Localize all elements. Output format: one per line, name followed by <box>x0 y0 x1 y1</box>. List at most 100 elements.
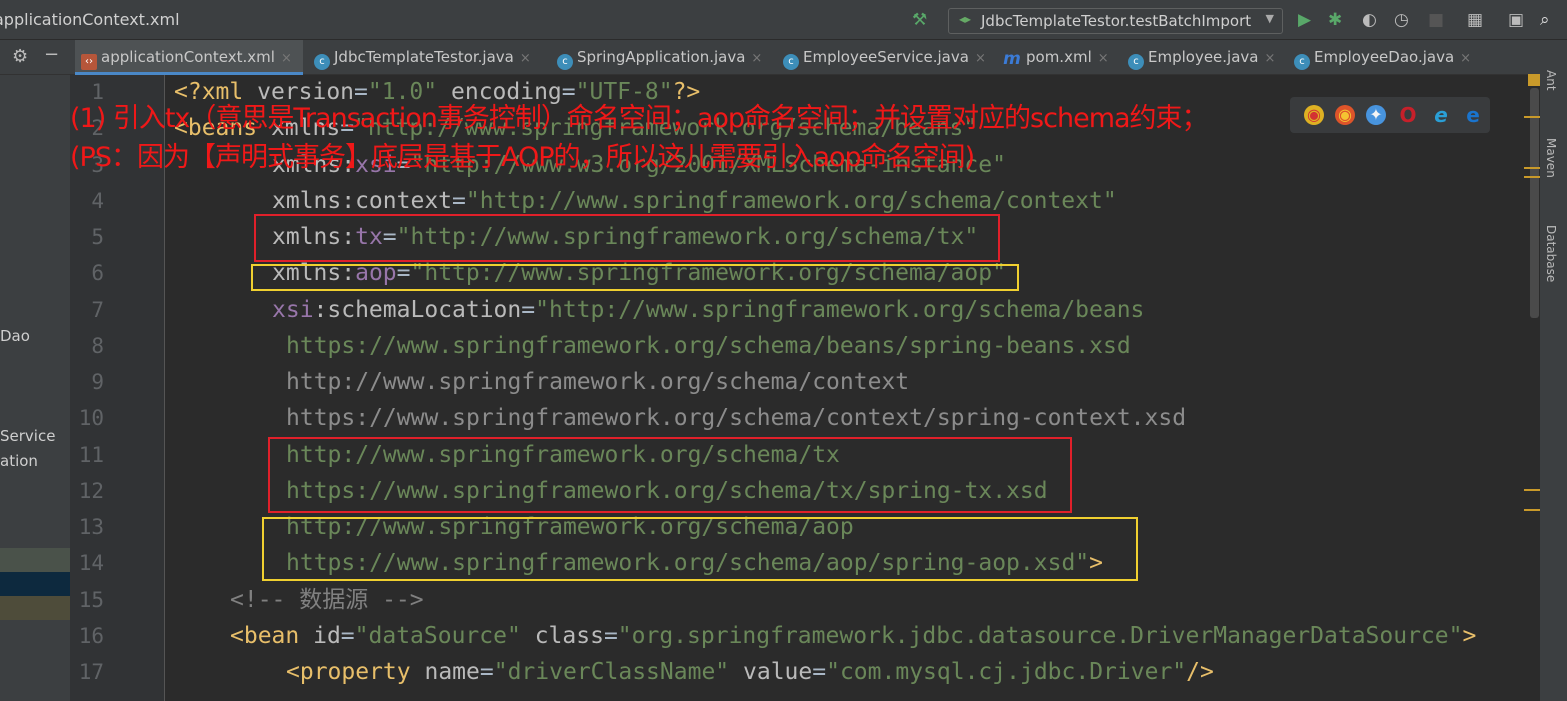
build-hammer-icon[interactable]: ⚒ <box>912 10 927 30</box>
highlight-box-yellow <box>262 517 1138 581</box>
code-line[interactable]: 16 <bean id="dataSource" class="org.sprin… <box>0 618 1530 654</box>
stop-icon[interactable]: ■ <box>1428 10 1444 30</box>
gear-icon[interactable]: ⚙ <box>12 46 28 67</box>
code-text: xsi:schemaLocation="http://www.springfra… <box>272 292 1144 328</box>
code-token: "com.mysql.cj.jdbc.Driver" <box>826 659 1187 685</box>
run-configuration-label: JdbcTemplateTestor.testBatchImport <box>981 12 1252 30</box>
code-token: value <box>743 659 813 685</box>
code-token: http://www.springframework.org/schema/co… <box>286 369 910 395</box>
error-stripe-mark[interactable] <box>1524 509 1541 511</box>
tab-label: SpringApplication.java <box>577 48 746 66</box>
tab-label: applicationContext.xml <box>101 48 275 66</box>
browser-preview-bar: ◉ ◉ ✦ O e e <box>1290 97 1490 133</box>
code-token: > <box>1462 622 1477 649</box>
code-token: "http://www.springframework.org/schema/c… <box>465 187 1117 214</box>
tab-employeedao[interactable]: c EmployeeDao.java × <box>1288 40 1471 75</box>
xml-file-icon: ‹› <box>81 54 97 70</box>
debug-bug-icon[interactable]: ✱ <box>1328 10 1342 30</box>
coverage-icon[interactable]: ◐ <box>1362 10 1377 30</box>
close-icon[interactable]: × <box>520 51 531 66</box>
close-icon[interactable]: × <box>751 51 762 66</box>
error-stripe-mark[interactable] <box>1524 176 1541 178</box>
code-line[interactable]: 9 http://www.springframework.org/schema/c… <box>0 364 1530 400</box>
tab-jdbctemplatetestor[interactable]: c JdbcTemplateTestor.java × <box>308 40 531 75</box>
safari-icon[interactable]: ✦ <box>1366 105 1386 125</box>
close-icon[interactable]: × <box>281 51 292 66</box>
line-number: 12 <box>78 478 104 503</box>
right-tool-strip: Ant Maven Database <box>1540 40 1567 701</box>
tab-springapplication[interactable]: c SpringApplication.java × <box>551 40 762 75</box>
code-line[interactable]: 17 <property name="driverClassName" value… <box>0 654 1530 690</box>
project-structure-icon[interactable]: ▦ <box>1467 10 1483 30</box>
code-token: = <box>521 296 536 323</box>
tool-ant[interactable]: Ant <box>1544 70 1558 91</box>
window-title: applicationContext.xml <box>0 10 180 29</box>
close-icon[interactable]: × <box>1460 51 1471 66</box>
close-icon[interactable]: × <box>1098 51 1109 66</box>
error-stripe-mark[interactable] <box>1524 167 1541 169</box>
code-text: https://www.springframework.org/schema/b… <box>286 328 1131 364</box>
code-token: <property <box>286 659 425 685</box>
line-number: 6 <box>91 261 104 286</box>
code-text: <!-- 数据源 --> <box>230 582 424 618</box>
profile-icon[interactable]: ◷ <box>1394 10 1409 30</box>
chrome-icon[interactable]: ◉ <box>1304 105 1324 125</box>
tool-maven[interactable]: Maven <box>1544 138 1558 178</box>
code-token: class <box>534 622 604 649</box>
run-icon[interactable]: ▶ <box>1298 10 1311 30</box>
minimize-icon[interactable]: − <box>44 44 59 65</box>
error-stripe-mark[interactable] <box>1524 116 1541 118</box>
maven-icon: m <box>1003 49 1021 69</box>
code-line[interactable]: 7 xsi:schemaLocation="http://www.springfr… <box>0 292 1530 328</box>
tab-label: EmployeeDao.java <box>1314 48 1455 66</box>
chevron-down-icon: ▼ <box>1265 12 1274 25</box>
code-token: https://www.springframework.org/schema/b… <box>286 332 1131 359</box>
java-class-icon: c <box>1294 54 1310 70</box>
code-token: xmlns:context <box>272 187 453 214</box>
ie-icon[interactable]: e <box>1431 105 1451 125</box>
line-number: 15 <box>78 587 104 612</box>
inspection-status-icon[interactable] <box>1528 74 1540 86</box>
opera-icon[interactable]: O <box>1398 105 1418 125</box>
tab-applicationcontext-xml[interactable]: ‹› applicationContext.xml × <box>75 40 303 75</box>
code-token: xsi <box>272 296 314 323</box>
highlight-box-red <box>254 214 1000 262</box>
code-token: <bean <box>230 622 314 649</box>
line-number: 16 <box>78 623 104 648</box>
run-configuration-select[interactable]: ◂▸ JdbcTemplateTestor.testBatchImport ▼ <box>948 8 1283 34</box>
code-token: "org.springframework.jdbc.datasource.Dri… <box>617 622 1463 649</box>
code-token: = <box>479 659 494 685</box>
tab-pom-xml[interactable]: m pom.xml × <box>996 40 1109 75</box>
code-line[interactable]: 15 <!-- 数据源 --> <box>0 582 1530 618</box>
tab-employee[interactable]: c Employee.java × <box>1122 40 1275 75</box>
scrollbar[interactable] <box>1530 88 1539 318</box>
layout-icon[interactable]: ▣ <box>1508 10 1524 30</box>
search-icon[interactable]: ⌕ <box>1540 10 1550 30</box>
code-line[interactable]: 10 https://www.springframework.org/schema… <box>0 400 1530 436</box>
code-text: https://www.springframework.org/schema/c… <box>286 400 1186 436</box>
line-number: 17 <box>78 660 104 684</box>
code-token: = <box>812 659 827 685</box>
close-icon[interactable]: × <box>1265 51 1276 66</box>
line-number: 4 <box>91 188 104 213</box>
tab-employeeservice[interactable]: c EmployeeService.java × <box>777 40 986 75</box>
java-class-icon: c <box>314 54 330 70</box>
code-token: = <box>603 622 618 649</box>
code-token: = <box>452 187 466 214</box>
code-token: = <box>340 622 355 649</box>
error-stripe-mark[interactable] <box>1524 489 1541 491</box>
tab-label: Employee.java <box>1148 48 1259 66</box>
code-line[interactable]: 8 https://www.springframework.org/schema/… <box>0 328 1530 364</box>
editor-tabs: ⚙ − ‹› applicationContext.xml × c JdbcTempl… <box>0 40 1540 75</box>
close-icon[interactable]: × <box>975 51 986 66</box>
firefox-icon[interactable]: ◉ <box>1335 105 1355 125</box>
annotation-line-2: (PS：因为【声明式事务】底层是基于AOP的，所以这儿需要引入aop命名空间) <box>70 142 975 173</box>
line-number: 9 <box>91 370 104 394</box>
code-token: name <box>424 659 480 685</box>
edge-icon[interactable]: e <box>1463 105 1483 125</box>
java-class-icon: c <box>783 54 799 70</box>
code-token: https://www.springframework.org/schema/c… <box>286 405 1187 432</box>
line-number: 13 <box>78 515 104 539</box>
tool-database[interactable]: Database <box>1544 225 1558 282</box>
